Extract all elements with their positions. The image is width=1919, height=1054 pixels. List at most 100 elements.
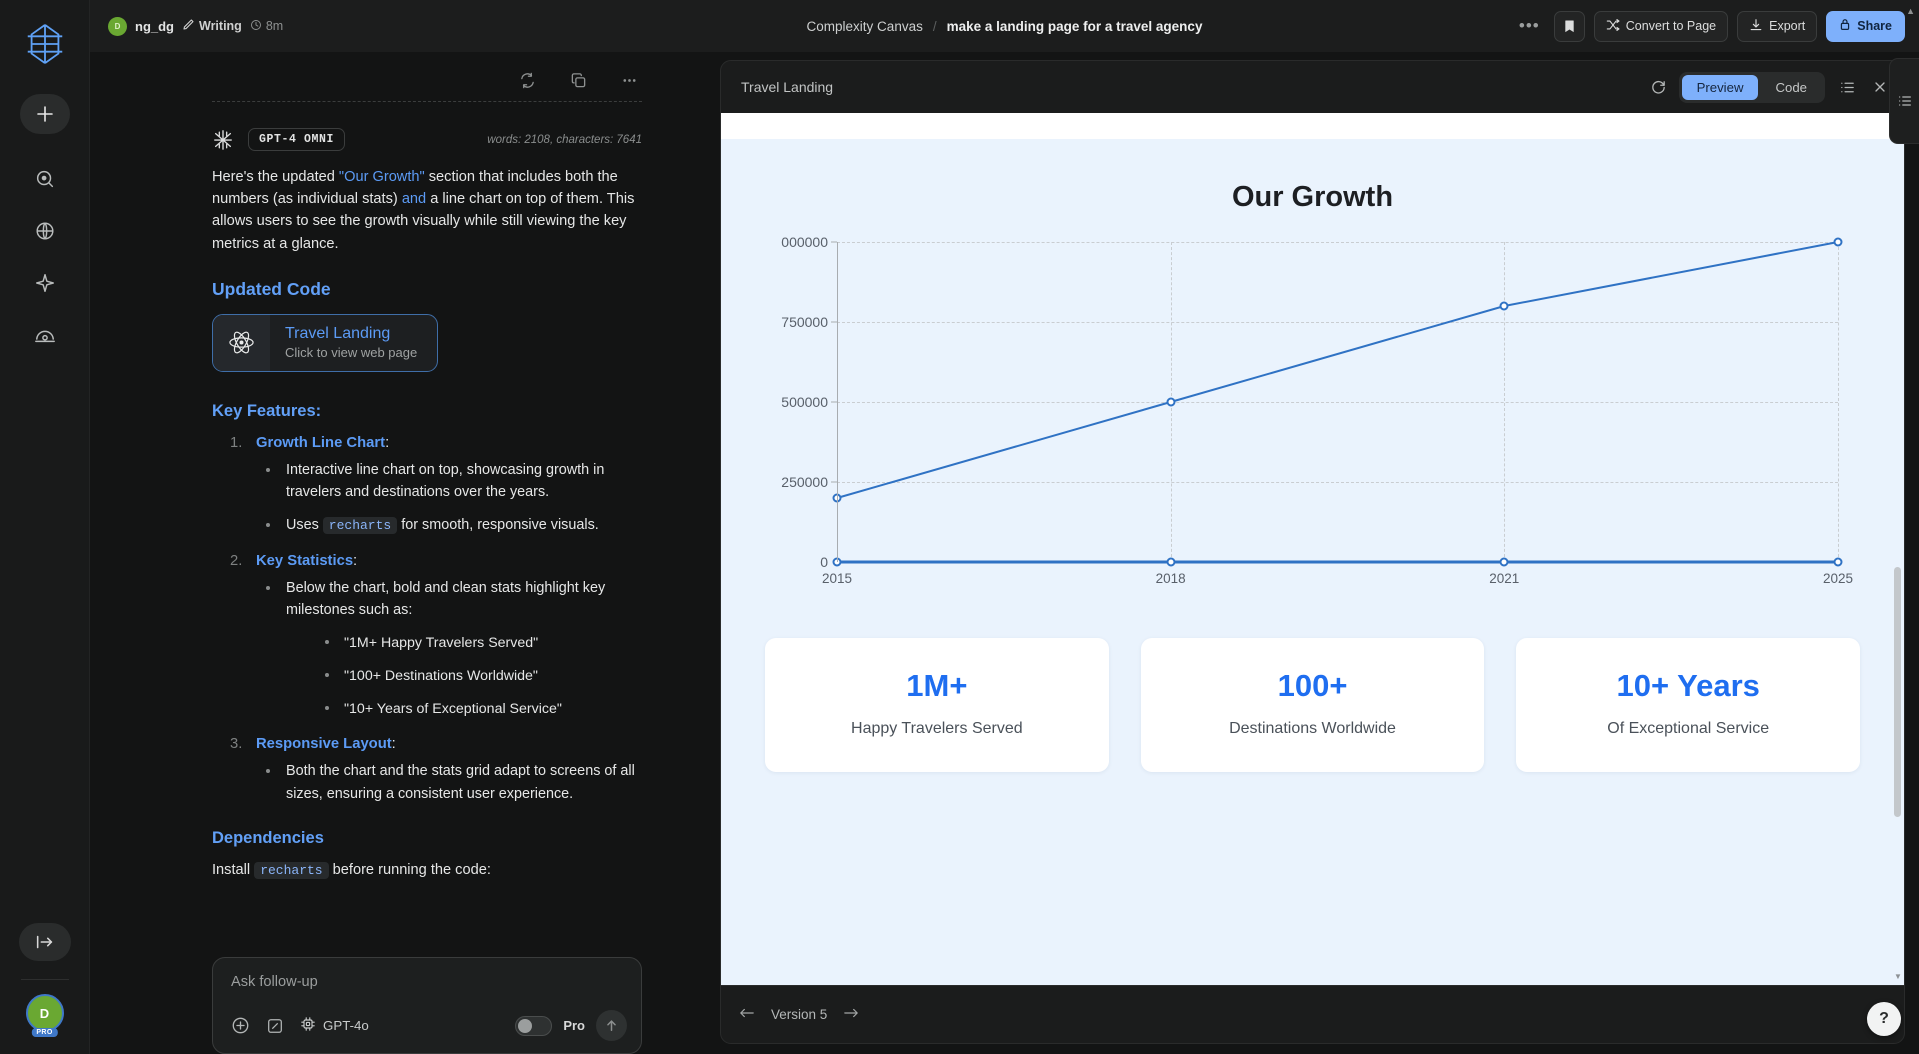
feature-item-2: Key Statistics: Below the chart, bold an…	[230, 553, 642, 721]
bullet-text: Interactive line chart on top, showcasin…	[286, 461, 605, 501]
plus-circle-icon[interactable]	[231, 1016, 250, 1035]
composer[interactable]: Ask follow-up GPT-4o Pro	[212, 957, 642, 1054]
new-thread-button[interactable]	[19, 94, 70, 134]
expand-sidebar-icon[interactable]	[18, 923, 71, 961]
feature-title-text-3: Responsive Layout	[256, 736, 392, 753]
rendered-page: Our Growth 000000 750000 500000 250000 0…	[721, 113, 1904, 985]
discover-icon[interactable]	[30, 164, 60, 194]
feature-colon-3: :	[391, 736, 396, 753]
content-body: GPT-4 OMNI words: 2108, characters: 7641…	[90, 52, 1919, 1054]
x-tick-label: 2025	[1822, 571, 1854, 586]
rewrite-icon[interactable]	[519, 72, 536, 89]
refresh-icon[interactable]	[1650, 79, 1667, 96]
convert-to-page-button[interactable]: Convert to Page	[1593, 10, 1729, 42]
perplexity-logo-icon[interactable]	[17, 16, 73, 72]
topbar-left: D ng_dg Writing 8m	[108, 16, 284, 36]
share-label: Share	[1857, 19, 1892, 33]
time-label: 8m	[265, 19, 284, 33]
list-icon[interactable]	[1837, 79, 1858, 96]
sparkle-icon[interactable]	[30, 268, 60, 298]
more-icon[interactable]: •••	[1514, 16, 1545, 36]
search-input[interactable]: Ask follow-up	[231, 974, 627, 990]
chart-series-svg	[837, 242, 1838, 562]
pro-label: Pro	[563, 1018, 585, 1033]
topbar-mode: Writing	[182, 18, 242, 34]
preview-code-tabs: Preview Code	[1678, 71, 1825, 103]
data-point[interactable]	[1499, 557, 1509, 567]
para-and: and	[401, 191, 427, 208]
arrow-right-icon[interactable]	[843, 1006, 859, 1024]
feature-bullets-1: Interactive line chart on top, showcasin…	[256, 459, 642, 537]
y-tick-label: 500000	[781, 394, 828, 410]
bullet-text: Below the chart, bold and clean stats hi…	[286, 579, 606, 618]
our-growth-section: Our Growth 000000 750000 500000 250000 0…	[721, 139, 1904, 985]
data-point[interactable]	[1166, 397, 1176, 407]
key-features-heading: Key Features:	[212, 401, 322, 420]
checkbox-pencil-icon[interactable]	[266, 1017, 284, 1035]
y-axis-line	[837, 242, 838, 562]
stat-label: Destinations Worldwide	[1229, 720, 1396, 737]
feature-colon-1: :	[385, 434, 390, 451]
main-column: D ng_dg Writing 8m Complexity Canvas / m…	[90, 0, 1919, 1054]
data-point[interactable]	[1833, 237, 1843, 247]
data-point[interactable]	[1833, 557, 1843, 567]
data-point[interactable]	[1499, 301, 1509, 311]
word-count: words: 2108, characters: 7641	[487, 133, 642, 146]
dependencies-heading: Dependencies	[212, 828, 324, 847]
list-item: "10+ Years of Exceptional Service"	[316, 698, 642, 720]
send-button[interactable]	[596, 1010, 627, 1041]
vgridline	[1838, 242, 1839, 562]
download-icon	[1749, 18, 1763, 35]
bookmark-icon[interactable]	[1553, 10, 1585, 42]
pro-toggle[interactable]	[515, 1015, 553, 1036]
updated-code-heading: Updated Code	[212, 278, 331, 299]
model-label: GPT-4o	[323, 1018, 369, 1033]
close-icon[interactable]	[1870, 79, 1890, 95]
model-row: GPT-4 OMNI words: 2108, characters: 7641	[212, 128, 642, 151]
more-icon[interactable]	[621, 72, 638, 89]
tab-code[interactable]: Code	[1760, 75, 1822, 100]
tab-preview[interactable]: Preview	[1681, 74, 1759, 100]
message-divider	[212, 101, 642, 102]
export-button[interactable]: Export	[1737, 10, 1818, 42]
feature-title-text-2: Key Statistics	[256, 552, 354, 569]
avatar[interactable]: D PRO	[25, 994, 64, 1037]
library-arc-icon[interactable]	[30, 320, 60, 350]
stat-label: Of Exceptional Service	[1607, 720, 1770, 737]
preview-scrollbar[interactable]: ▲ ▼	[1894, 117, 1902, 981]
preview-body[interactable]: Our Growth 000000 750000 500000 250000 0…	[721, 113, 1904, 985]
scroll-up-arrow[interactable]: ▲	[1906, 6, 1915, 16]
arrow-left-icon[interactable]	[739, 1006, 755, 1024]
model-selector[interactable]: GPT-4o	[300, 1016, 369, 1035]
share-button[interactable]: Share	[1826, 10, 1905, 42]
composer-toolbar: GPT-4o Pro	[231, 1010, 627, 1041]
chat-inner: GPT-4 OMNI words: 2108, characters: 7641…	[90, 52, 720, 1018]
scrollbar-thumb[interactable]	[1894, 567, 1901, 817]
preview-title: Travel Landing	[741, 79, 834, 95]
topbar-avatar[interactable]: D	[108, 16, 127, 36]
version-nav: Version 5	[739, 1006, 859, 1024]
breadcrumb-parent[interactable]: Complexity Canvas	[807, 19, 923, 34]
version-label: Version 5	[771, 1007, 828, 1022]
help-button[interactable]: ?	[1867, 1002, 1901, 1036]
stat-card: 1M+ Happy Travelers Served	[765, 638, 1109, 772]
preview-card: Travel Landing Preview Code Our Growth 0…	[720, 60, 1905, 1044]
chat-pane: GPT-4 OMNI words: 2108, characters: 7641…	[90, 52, 720, 1054]
scroll-down-arrow-icon[interactable]: ▼	[1894, 972, 1902, 981]
model-chip: GPT-4 OMNI	[248, 128, 346, 151]
data-point[interactable]	[1166, 557, 1176, 567]
preview-footer: Version 5	[721, 985, 1904, 1043]
list-panel-icon[interactable]	[1889, 58, 1919, 144]
stat-label: Happy Travelers Served	[851, 720, 1023, 737]
code-artifact-card[interactable]: Travel Landing Click to view web page	[212, 313, 439, 372]
y-tick-label: 0	[820, 554, 828, 570]
dependencies-line: Install recharts before running the code…	[212, 861, 642, 879]
y-tick-label: 250000	[781, 474, 828, 490]
growth-line-chart: 000000 750000 500000 250000 0 2015 2018 …	[765, 224, 1860, 616]
spaces-globe-icon[interactable]	[30, 216, 60, 246]
composer-right: Pro	[515, 1010, 627, 1041]
scrollbar-track[interactable]	[1894, 117, 1901, 981]
chat-scroll-area[interactable]: GPT-4 OMNI words: 2108, characters: 7641…	[90, 52, 720, 1054]
copy-icon[interactable]	[570, 72, 587, 89]
preview-pane: Travel Landing Preview Code Our Growth 0…	[720, 52, 1919, 1054]
